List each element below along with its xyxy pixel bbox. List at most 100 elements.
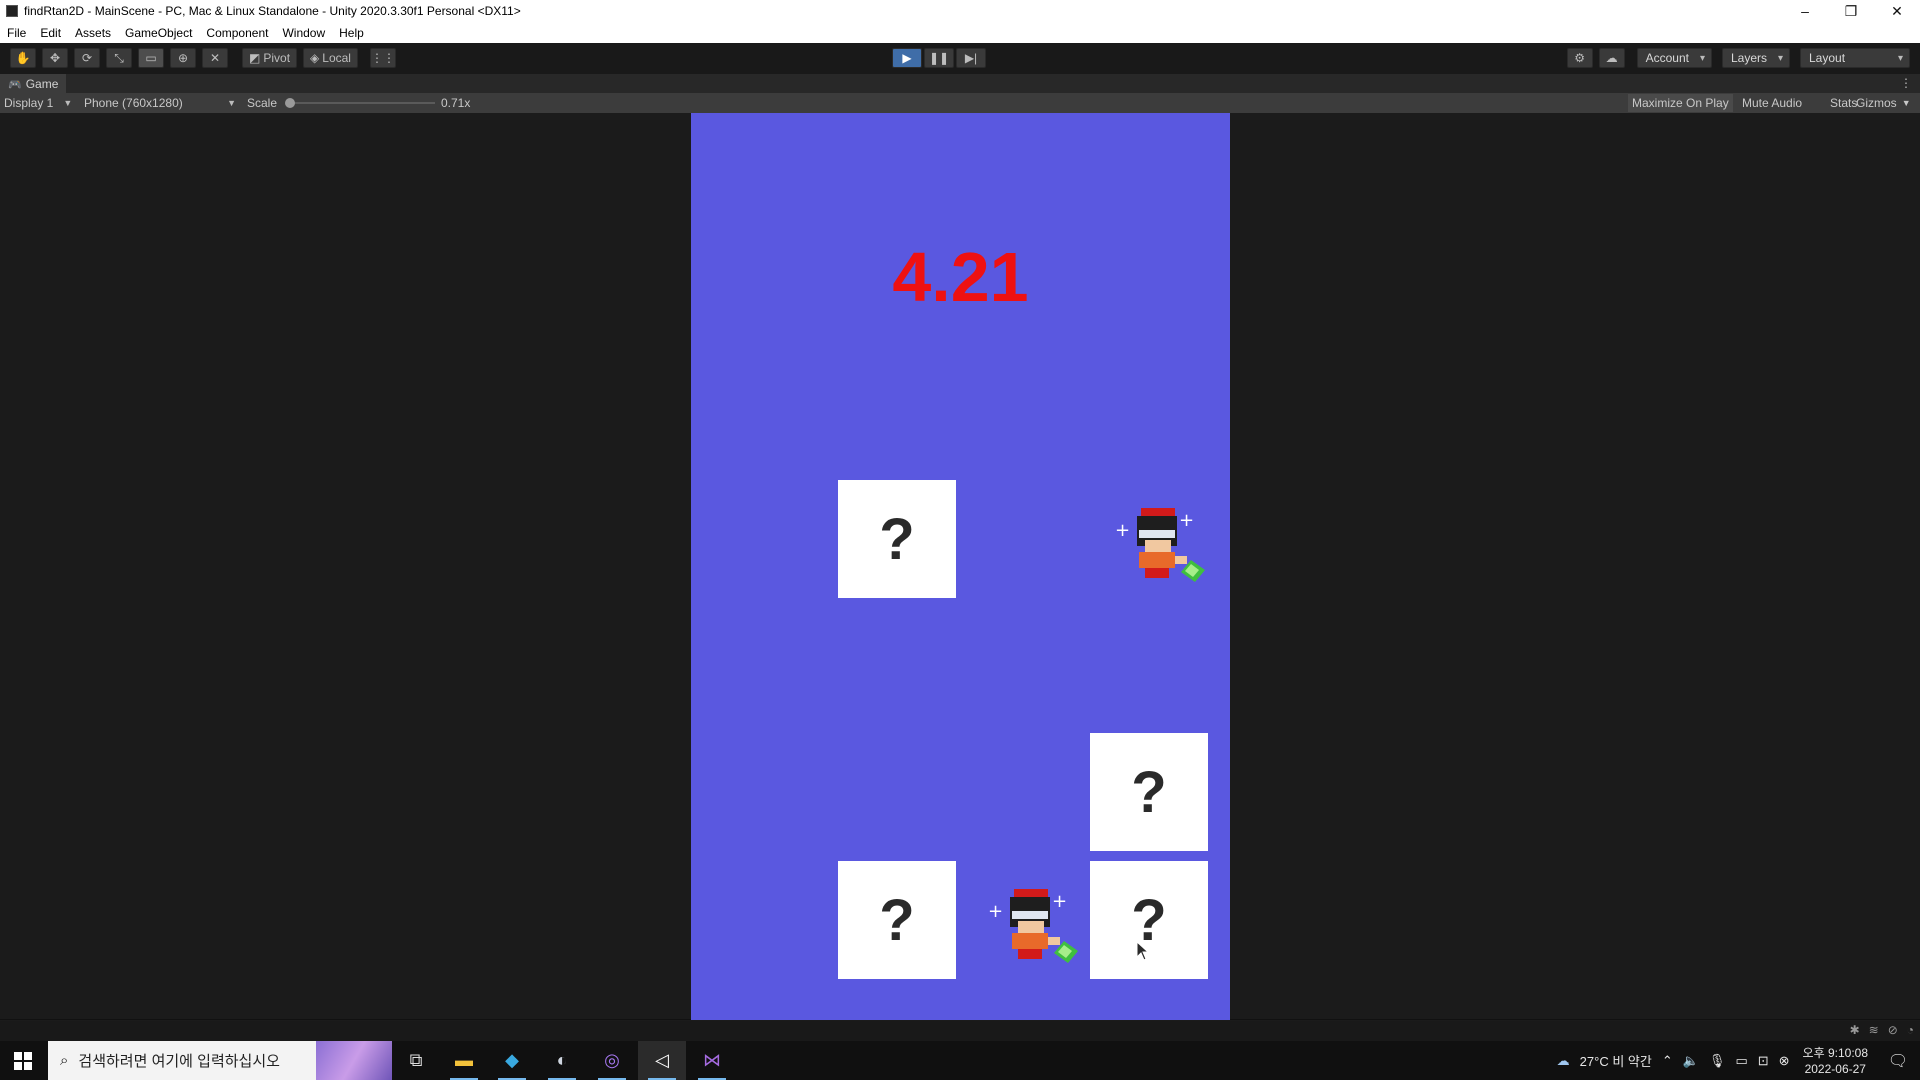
display-dropdown[interactable]: Display 1 ▼ [4, 93, 72, 113]
battery-icon[interactable]: ▭ [1735, 1053, 1747, 1069]
tab-bar: 🎮 Game ⋮ [0, 73, 1920, 94]
game-viewport: 4.21 ? + + ? ? + + ? [0, 113, 1920, 1020]
minimize-button[interactable]: – [1782, 0, 1828, 22]
menu-edit[interactable]: Edit [33, 26, 68, 40]
windows-logo-icon [14, 1051, 32, 1070]
scale-slider-track[interactable] [290, 102, 435, 104]
clock-time: 오후 9:10:08 [1802, 1045, 1868, 1060]
game-view-bar: Display 1 ▼ Phone (760x1280) ▼ Scale 0.7… [0, 93, 1920, 113]
window-title: findRtan2D - MainScene - PC, Mac & Linux… [24, 4, 521, 18]
menu-window[interactable]: Window [275, 26, 332, 40]
main-toolbar: ✋ ✥ ⟳ ⤡ ▭ ⊕ ✕ ◩ Pivot ◈ Local ⋮⋮ ▶ ❚❚ ▶| ⚙… [0, 43, 1920, 73]
rotate-tool-icon[interactable]: ⟳ [74, 48, 100, 68]
local-icon: ◈ [310, 51, 320, 65]
custom-tool-icon[interactable]: ✕ [202, 48, 228, 68]
gizmos-dropdown[interactable]: Gizmos ▼ [1852, 94, 1913, 112]
file-explorer-icon[interactable]: ▬ [440, 1041, 488, 1080]
menu-help[interactable]: Help [332, 26, 371, 40]
github-desktop-icon[interactable]: ◎ [588, 1041, 636, 1080]
tab-game[interactable]: 🎮 Game [0, 74, 67, 94]
search-highlight-image [316, 1041, 392, 1080]
move-tool-icon[interactable]: ✥ [42, 48, 68, 68]
windows-taskbar: ⌕ 검색하려면 여기에 입력하십시오 ⧉ ▬ ◆ ◐ ◎ ◁ ⋈ ☁ 27°C … [0, 1041, 1920, 1080]
notes-app-icon[interactable]: ◐ [538, 1041, 586, 1080]
menu-file[interactable]: File [0, 26, 33, 40]
rtan-sprite: + + [988, 889, 1078, 963]
clock[interactable]: 오후 9:10:08 2022-06-27 [1803, 1045, 1868, 1077]
play-button[interactable]: ▶ [892, 48, 922, 68]
cloud-icon[interactable]: ☁ [1598, 48, 1625, 68]
card-face-down[interactable]: ? [1090, 861, 1208, 979]
more-options-icon[interactable]: ⋮ [1900, 76, 1912, 90]
close-button[interactable]: ✕ [1874, 0, 1920, 22]
pivot-label: Pivot [263, 51, 291, 65]
scale-tool-icon[interactable]: ⤡ [106, 48, 132, 68]
layers-stack-icon[interactable]: ≋ [1869, 1023, 1879, 1037]
gizmos-label: Gizmos [1856, 96, 1897, 110]
grid-snap-icon[interactable]: ⋮⋮ [369, 48, 396, 68]
menu-component[interactable]: Component [199, 26, 275, 40]
microphone-icon[interactable]: 🎙 [1709, 1053, 1726, 1069]
menu-assets[interactable]: Assets [68, 26, 118, 40]
transform-tool-icon[interactable]: ⊕ [170, 48, 196, 68]
debug-icon[interactable]: ⊘ [1888, 1023, 1898, 1037]
chevron-down-icon: ▼ [63, 98, 73, 108]
layout-dropdown[interactable]: Layout [1800, 48, 1910, 68]
resolution-label: Phone (760x1280) [84, 96, 183, 110]
visual-studio-icon[interactable]: ⋈ [688, 1041, 736, 1080]
local-toggle[interactable]: ◈ Local [303, 48, 358, 68]
weather-cloud-icon: ☁ [1556, 1052, 1570, 1068]
pivot-toggle[interactable]: ◩ Pivot [242, 48, 298, 68]
bug-icon[interactable]: ✱ [1850, 1023, 1860, 1037]
rect-tool-icon[interactable]: ▭ [138, 48, 164, 68]
layers-dropdown[interactable]: Layers [1721, 48, 1790, 68]
taskbar-search-box[interactable]: ⌕ 검색하려면 여기에 입력하십시오 [48, 1041, 392, 1080]
resolution-dropdown[interactable]: Phone (760x1280) ▼ [84, 93, 236, 113]
hand-tool-icon[interactable]: ✋ [10, 48, 36, 68]
progress-icon[interactable]: ◔ [1907, 1023, 1914, 1037]
local-label: Local [322, 51, 351, 65]
account-dropdown[interactable]: Account [1636, 48, 1712, 68]
clock-date: 2022-06-27 [1804, 1061, 1866, 1076]
gamepad-icon: 🎮 [8, 78, 22, 91]
rtan-character-icon: + + [1111, 498, 1221, 608]
menu-bar: File Edit Assets GameObject Component Wi… [0, 22, 1920, 43]
maximize-on-play-toggle[interactable]: Maximize On Play [1628, 94, 1733, 112]
volume-icon[interactable]: 🔈 [1683, 1053, 1699, 1069]
scale-value: 0.71x [441, 96, 471, 110]
unity-app-icon [6, 5, 18, 17]
mute-audio-toggle[interactable]: Mute Audio [1738, 94, 1806, 112]
svg-text:+: + [988, 901, 1003, 922]
game-canvas[interactable]: 4.21 ? + + ? ? + + ? [691, 113, 1230, 1020]
system-tray: ☁ 27°C 비 약간 ⌃ 🔈 🎙 ▭ ⊡ ⊗ 오후 9:10:08 2022-… [1552, 1041, 1920, 1080]
unity-taskbar-icon[interactable]: ◁ [638, 1041, 686, 1080]
pause-button[interactable]: ❚❚ [924, 48, 954, 68]
card-face-down[interactable]: ? [838, 861, 956, 979]
collab-icon[interactable]: ⚙ [1566, 48, 1593, 68]
step-button[interactable]: ▶| [956, 48, 986, 68]
network-icon[interactable]: ⊡ [1758, 1053, 1769, 1069]
search-icon: ⌕ [60, 1052, 69, 1069]
mouse-cursor-icon [1136, 941, 1150, 961]
scale-label: Scale [247, 96, 278, 110]
menu-gameobject[interactable]: GameObject [118, 26, 199, 40]
chevron-up-icon[interactable]: ⌃ [1662, 1053, 1673, 1069]
disconnect-icon[interactable]: ⊗ [1779, 1053, 1790, 1069]
scale-slider-knob[interactable] [285, 98, 295, 108]
editor-status-bar: ✱ ≋ ⊘ ◔ [0, 1021, 1920, 1041]
svg-text:+: + [1115, 520, 1130, 541]
notification-center-icon[interactable]: 🗨 [1876, 1051, 1920, 1071]
card-face-down[interactable]: ? [1090, 733, 1208, 851]
task-view-icon[interactable]: ⧉ [392, 1041, 440, 1080]
card-face-down[interactable]: ? [838, 480, 956, 598]
restore-button[interactable]: ❐ [1828, 0, 1874, 22]
svg-text:+: + [1179, 510, 1194, 531]
tab-game-label: Game [25, 77, 59, 91]
bird-app-icon[interactable]: ◆ [488, 1041, 536, 1080]
pivot-icon: ◩ [249, 51, 261, 65]
search-placeholder: 검색하려면 여기에 입력하십시오 [78, 1053, 280, 1070]
chevron-down-icon: ▼ [1901, 98, 1911, 108]
rtan-character-icon: + + [984, 879, 1094, 989]
weather-text[interactable]: 27°C 비 약간 [1580, 1051, 1652, 1070]
start-button[interactable] [0, 1041, 46, 1080]
